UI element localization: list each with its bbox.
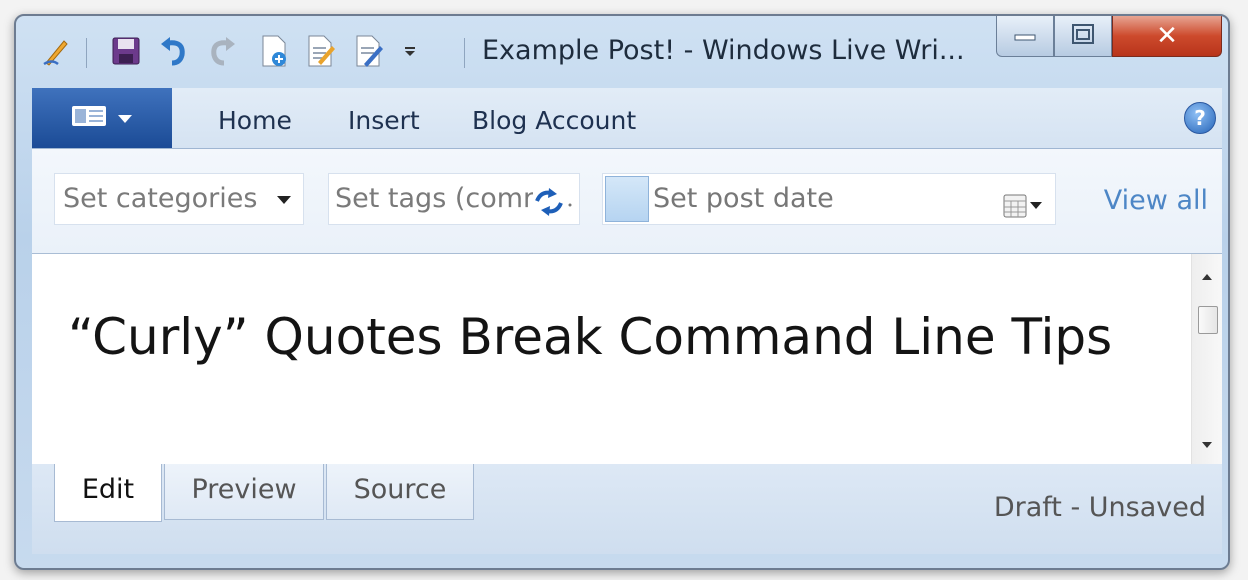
close-button[interactable]: ✕ — [1112, 16, 1222, 57]
tab-preview[interactable]: Preview — [164, 464, 324, 520]
application-menu-button[interactable] — [32, 88, 172, 148]
tab-source[interactable]: Source — [326, 464, 474, 520]
caption-buttons: ✕ — [996, 16, 1222, 60]
tab-blog-account[interactable]: Blog Account — [472, 106, 636, 135]
maximize-icon — [1071, 23, 1095, 49]
post-date-field[interactable]: Set post date — [602, 173, 1056, 225]
open-post-icon[interactable] — [302, 34, 338, 68]
close-icon: ✕ — [1156, 21, 1178, 51]
categories-placeholder: Set categories — [63, 183, 258, 214]
new-post-icon[interactable] — [256, 34, 292, 68]
chevron-down-icon — [277, 196, 291, 204]
view-all-link[interactable]: View all — [1104, 185, 1208, 216]
edit-post-icon[interactable] — [350, 34, 386, 68]
date-checkbox[interactable] — [605, 176, 649, 222]
tags-placeholder: Set tags (comr — [335, 183, 535, 214]
redo-icon[interactable] — [204, 34, 240, 68]
help-icon[interactable]: ? — [1184, 102, 1216, 134]
refresh-tags-icon[interactable] — [533, 184, 577, 216]
editor-area[interactable]: “Curly” Quotes Break Command Line Tips — [32, 254, 1222, 464]
vertical-scrollbar[interactable] — [1191, 254, 1222, 464]
save-icon[interactable] — [108, 34, 144, 68]
tab-edit[interactable]: Edit — [54, 464, 162, 522]
chevron-down-icon — [117, 109, 133, 128]
scroll-down-arrow-icon[interactable] — [1202, 442, 1212, 448]
minimize-button[interactable] — [996, 16, 1054, 57]
categories-dropdown[interactable]: Set categories — [54, 173, 304, 225]
undo-icon[interactable] — [156, 34, 192, 68]
maximize-button[interactable] — [1054, 16, 1112, 57]
post-date-placeholder: Set post date — [653, 183, 834, 214]
status-text: Draft - Unsaved — [993, 492, 1206, 523]
tags-input[interactable]: Set tags (comr — [328, 173, 580, 225]
pen-icon[interactable] — [38, 34, 74, 68]
customize-arrow-icon[interactable] — [398, 34, 422, 68]
app-window: Example Post! - Windows Live Wri... ✕ Ho… — [14, 14, 1230, 570]
view-tabs-bar: Edit Preview Source Draft - Unsaved — [32, 464, 1222, 554]
tab-insert[interactable]: Insert — [348, 106, 420, 135]
tab-home[interactable]: Home — [218, 106, 292, 135]
app-menu-icon — [71, 105, 107, 131]
post-properties-bar: Set categories Set tags (comr Set post d… — [32, 149, 1222, 254]
ribbon-tabs: Home Insert Blog Account ? — [32, 88, 1222, 149]
scroll-thumb[interactable] — [1198, 306, 1218, 334]
minimize-icon — [1014, 27, 1036, 46]
title-bar: Example Post! - Windows Live Wri... ✕ — [16, 16, 1228, 86]
window-title: Example Post! - Windows Live Wri... — [482, 35, 965, 66]
scroll-up-arrow-icon[interactable] — [1202, 274, 1212, 280]
post-title[interactable]: “Curly” Quotes Break Command Line Tips — [68, 308, 1112, 366]
calendar-icon[interactable] — [1003, 186, 1043, 224]
